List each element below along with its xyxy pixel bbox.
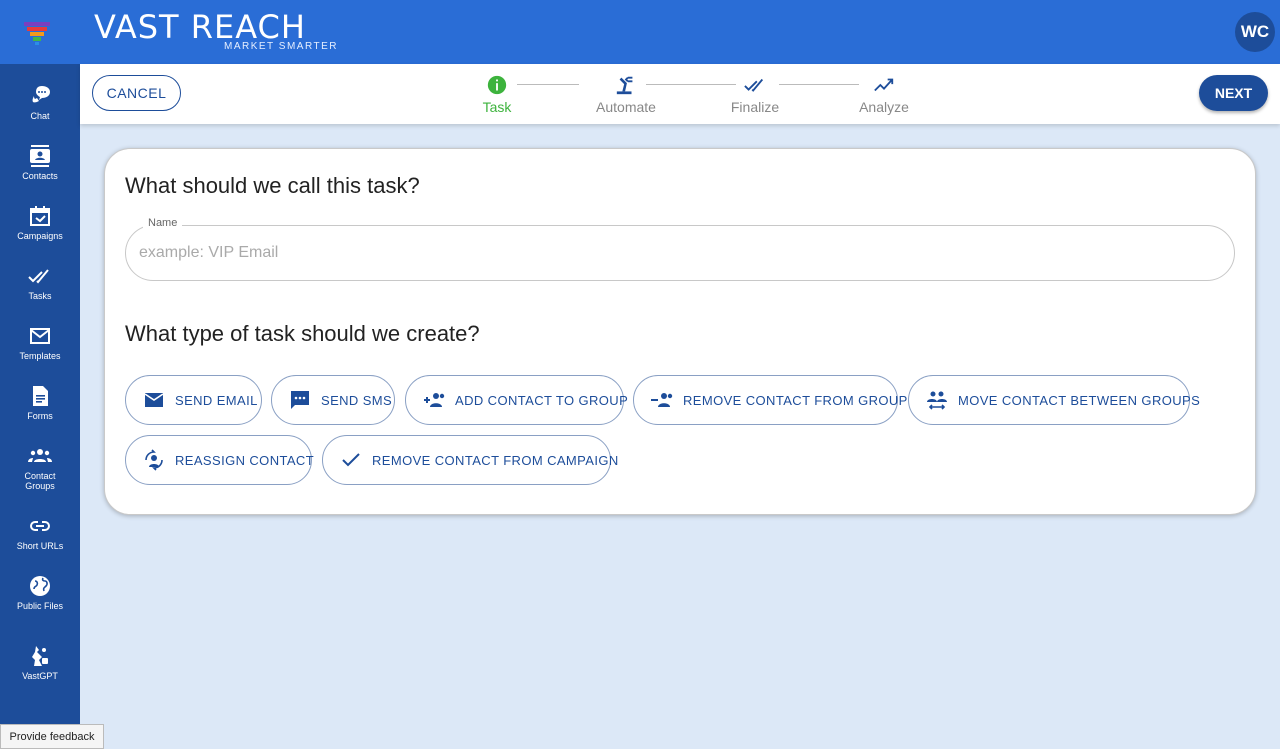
send-sms-button[interactable]: SEND SMS — [271, 375, 395, 425]
name-field[interactable] — [125, 225, 1235, 281]
templates-icon — [30, 328, 50, 344]
group-remove-icon — [651, 393, 673, 407]
send-email-button[interactable]: SEND EMAIL — [125, 375, 262, 425]
sidebar-item-label: Tasks — [28, 291, 52, 301]
step-finalize[interactable]: Finalize — [715, 74, 795, 115]
link-icon — [30, 521, 50, 531]
type-question: What type of task should we create? — [125, 321, 480, 346]
brand-name: VAST REACH — [94, 8, 306, 46]
reassign-icon — [145, 449, 163, 471]
chip-label: REMOVE CONTACT FROM CAMPAIGN — [372, 452, 619, 468]
sms-icon — [291, 391, 309, 409]
robot-icon — [32, 646, 48, 666]
sidebar: Chat Contacts Campaigns Tasks Templates … — [0, 64, 80, 749]
trend-icon — [874, 78, 894, 92]
sidebar-item-label: Campaigns — [17, 231, 63, 241]
sidebar-item-label: Chat — [30, 111, 50, 121]
sidebar-item-label: Contact Groups — [24, 471, 56, 491]
remove-contact-from-group-button[interactable]: REMOVE CONTACT FROM GROUP — [633, 375, 907, 425]
email-icon — [144, 393, 164, 407]
step-label: Analyze — [859, 99, 909, 115]
contact-groups-icon — [28, 449, 52, 462]
sidebar-item-short-urls[interactable]: Short URLs — [0, 514, 80, 551]
top-bar: VAST REACH MARKET SMARTER WC — [0, 0, 1280, 64]
globe-icon — [30, 576, 50, 596]
move-contact-between-groups-button[interactable]: MOVE CONTACT BETWEEN GROUPS — [908, 375, 1200, 425]
add-contact-to-group-button[interactable]: ADD CONTACT TO GROUP — [405, 375, 628, 425]
sidebar-item-label: Contacts — [22, 171, 58, 181]
cancel-button[interactable]: CANCEL — [92, 75, 181, 111]
robot-arm-icon — [616, 76, 633, 95]
name-field-label: Name — [143, 217, 183, 229]
step-label: Finalize — [730, 99, 780, 115]
chip-label: SEND SMS — [321, 392, 393, 408]
double-check-icon — [744, 78, 764, 92]
contacts-icon — [30, 145, 50, 167]
sidebar-item-tasks[interactable]: Tasks — [0, 264, 80, 301]
user-avatar[interactable]: WC — [1235, 12, 1275, 52]
chip-label: ADD CONTACT TO GROUP — [455, 392, 629, 408]
next-button[interactable]: NEXT — [1199, 75, 1268, 111]
remove-contact-from-campaign-button[interactable]: REMOVE CONTACT FROM CAMPAIGN — [322, 435, 618, 485]
group-move-icon — [927, 391, 947, 410]
sidebar-item-vastgpt[interactable]: VastGPT — [0, 644, 80, 681]
wizard-header: CANCEL Task Automate Finalize Analyze NE… — [80, 64, 1280, 124]
group-add-icon — [424, 393, 445, 407]
sidebar-item-label: Short URLs — [16, 541, 64, 551]
name-input[interactable] — [139, 240, 1219, 266]
chip-label: MOVE CONTACT BETWEEN GROUPS — [958, 392, 1201, 408]
sidebar-item-campaigns[interactable]: Campaigns — [0, 204, 80, 241]
step-label: Automate — [596, 99, 656, 115]
chip-label: REMOVE CONTACT FROM GROUP — [683, 392, 908, 408]
reassign-contact-button[interactable]: REASSIGN CONTACT — [125, 435, 315, 485]
check-icon — [342, 453, 360, 467]
sidebar-item-label: Templates — [19, 351, 61, 361]
chip-label: REASSIGN CONTACT — [175, 452, 315, 468]
tasks-icon — [28, 269, 49, 284]
sidebar-item-label: VastGPT — [22, 671, 58, 681]
funnel-logo-icon[interactable] — [24, 20, 50, 46]
sidebar-item-label: Forms — [27, 411, 53, 421]
step-task[interactable]: Task — [457, 74, 537, 115]
sidebar-item-contacts[interactable]: Contacts — [0, 144, 80, 181]
sidebar-item-public-files[interactable]: Public Files — [0, 574, 80, 611]
name-question: What should we call this task? — [125, 173, 420, 198]
step-label: Task — [482, 99, 512, 115]
step-automate[interactable]: Automate — [586, 74, 666, 115]
info-icon — [487, 75, 507, 95]
brand-tagline: MARKET SMARTER — [224, 41, 338, 52]
sidebar-item-forms[interactable]: Forms — [0, 384, 80, 421]
sidebar-item-label: Public Files — [16, 601, 63, 611]
chip-label: SEND EMAIL — [175, 392, 258, 408]
forms-icon — [33, 386, 48, 406]
provide-feedback-button[interactable]: Provide feedback — [0, 724, 104, 749]
step-analyze[interactable]: Analyze — [844, 74, 924, 115]
campaigns-icon — [30, 206, 50, 226]
task-form-card: What should we call this task? Name What… — [104, 148, 1256, 515]
sidebar-item-chat[interactable]: Chat — [0, 84, 80, 121]
brand-logo[interactable]: VAST REACH MARKET SMARTER — [94, 8, 336, 52]
sidebar-item-templates[interactable]: Templates — [0, 324, 80, 361]
chat-icon — [32, 86, 50, 103]
sidebar-item-contact-groups[interactable]: Contact Groups — [0, 444, 80, 491]
